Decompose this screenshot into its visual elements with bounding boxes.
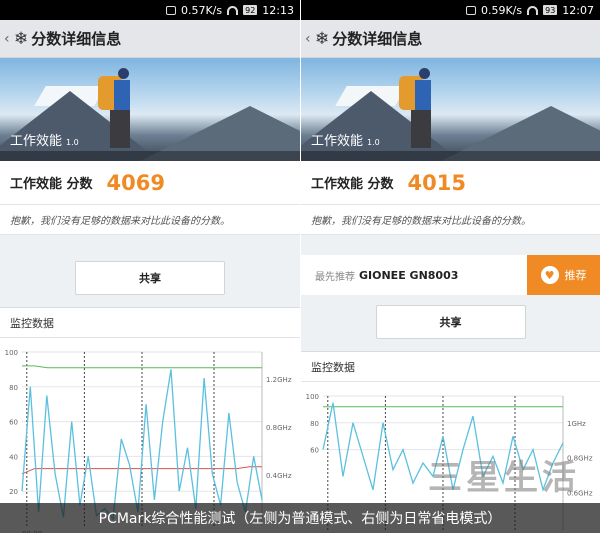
score-value: 4015 bbox=[407, 170, 466, 195]
comparison-note: 抱歉，我们没有足够的数据来对比此设备的分数。 bbox=[0, 205, 300, 235]
score-row: 工作效能 分数 4015 bbox=[301, 161, 600, 205]
freq-tick-label: 0.8GHz bbox=[266, 424, 292, 432]
app-header: ‹ ❄ 分数详细信息 bbox=[301, 20, 600, 58]
hero-image: 工作效能 1.0 bbox=[0, 58, 300, 161]
hero-image: 工作效能 1.0 bbox=[301, 58, 600, 161]
image-caption: PCMark综合性能测试（左侧为普通模式、右侧为日常省电模式） bbox=[0, 503, 600, 533]
y-tick-label: 100 bbox=[5, 349, 18, 357]
status-bar: 0.59K/s 93 12:07 bbox=[301, 0, 600, 20]
y-tick-label: 100 bbox=[306, 393, 319, 401]
hiker-figure bbox=[397, 66, 437, 151]
network-speed: 0.59K/s bbox=[480, 3, 523, 17]
left-phone-screen: 0.57K/s 92 12:13 ‹ ❄ 分数详细信息 工作效能 1.0 工作效能… bbox=[0, 0, 300, 533]
notification-icon bbox=[165, 5, 176, 15]
share-button[interactable]: 共享 bbox=[75, 261, 225, 295]
network-speed: 0.57K/s bbox=[180, 3, 223, 17]
share-button[interactable]: 共享 bbox=[375, 305, 526, 339]
clock: 12:13 bbox=[262, 3, 294, 17]
score-label: 工作效能 分数 bbox=[10, 177, 93, 192]
battery-icon: 93 bbox=[543, 5, 558, 15]
score-row: 工作效能 分数 4069 bbox=[0, 161, 300, 205]
recommend-button[interactable]: ♥ 推荐 bbox=[527, 255, 600, 295]
freq-tick-label: 1GHz bbox=[567, 420, 586, 428]
y-tick-label: 40 bbox=[9, 453, 18, 461]
recommend-row: 最先推荐 GIONEE GN8003 ♥ 推荐 bbox=[301, 255, 600, 295]
status-bar: 0.57K/s 92 12:13 bbox=[0, 0, 300, 20]
snowflake-logo-icon: ❄ bbox=[14, 28, 29, 49]
app-header: ‹ ❄ 分数详细信息 bbox=[0, 20, 300, 58]
series-line bbox=[22, 365, 262, 369]
y-tick-label: 80 bbox=[9, 384, 18, 392]
y-tick-label: 80 bbox=[310, 420, 319, 428]
screenshot-composite: 0.57K/s 92 12:13 ‹ ❄ 分数详细信息 工作效能 1.0 工作效能… bbox=[0, 0, 600, 533]
heart-icon: ♥ bbox=[540, 266, 559, 284]
y-tick-label: 60 bbox=[9, 419, 18, 427]
monitor-title: 监控数据 bbox=[0, 308, 300, 338]
clock: 12:07 bbox=[562, 3, 594, 17]
monitor-title: 监控数据 bbox=[301, 352, 600, 382]
score-label: 工作效能 分数 bbox=[311, 177, 394, 192]
recommend-label: 最先推荐 bbox=[315, 271, 355, 283]
snowflake-logo-icon: ❄ bbox=[315, 28, 330, 49]
recommend-device: GIONEE GN8003 bbox=[359, 268, 459, 282]
y-tick-label: 20 bbox=[9, 488, 18, 496]
y-tick-label: 60 bbox=[310, 447, 319, 455]
freq-tick-label: 0.4GHz bbox=[266, 472, 292, 480]
hero-caption: 工作效能 1.0 bbox=[10, 134, 79, 149]
wifi-icon bbox=[527, 5, 539, 15]
monitor-section: 监控数据 100806040201.2GHz0.8GHz0.4GHz00:00 bbox=[0, 307, 300, 533]
hero-caption: 工作效能 1.0 bbox=[311, 134, 380, 149]
site-watermark: 三星生活 bbox=[428, 458, 580, 498]
score-value: 4069 bbox=[106, 170, 165, 195]
page-title: 分数详细信息 bbox=[31, 30, 122, 48]
wifi-icon bbox=[227, 5, 239, 15]
battery-icon: 92 bbox=[243, 5, 258, 15]
comparison-note: 抱歉，我们没有足够的数据来对比此设备的分数。 bbox=[301, 205, 600, 235]
page-title: 分数详细信息 bbox=[332, 30, 423, 48]
back-icon[interactable]: ‹ bbox=[305, 31, 313, 47]
hiker-figure bbox=[96, 66, 136, 151]
freq-tick-label: 1.2GHz bbox=[266, 376, 292, 384]
notification-icon bbox=[465, 5, 476, 15]
back-icon[interactable]: ‹ bbox=[4, 31, 12, 47]
